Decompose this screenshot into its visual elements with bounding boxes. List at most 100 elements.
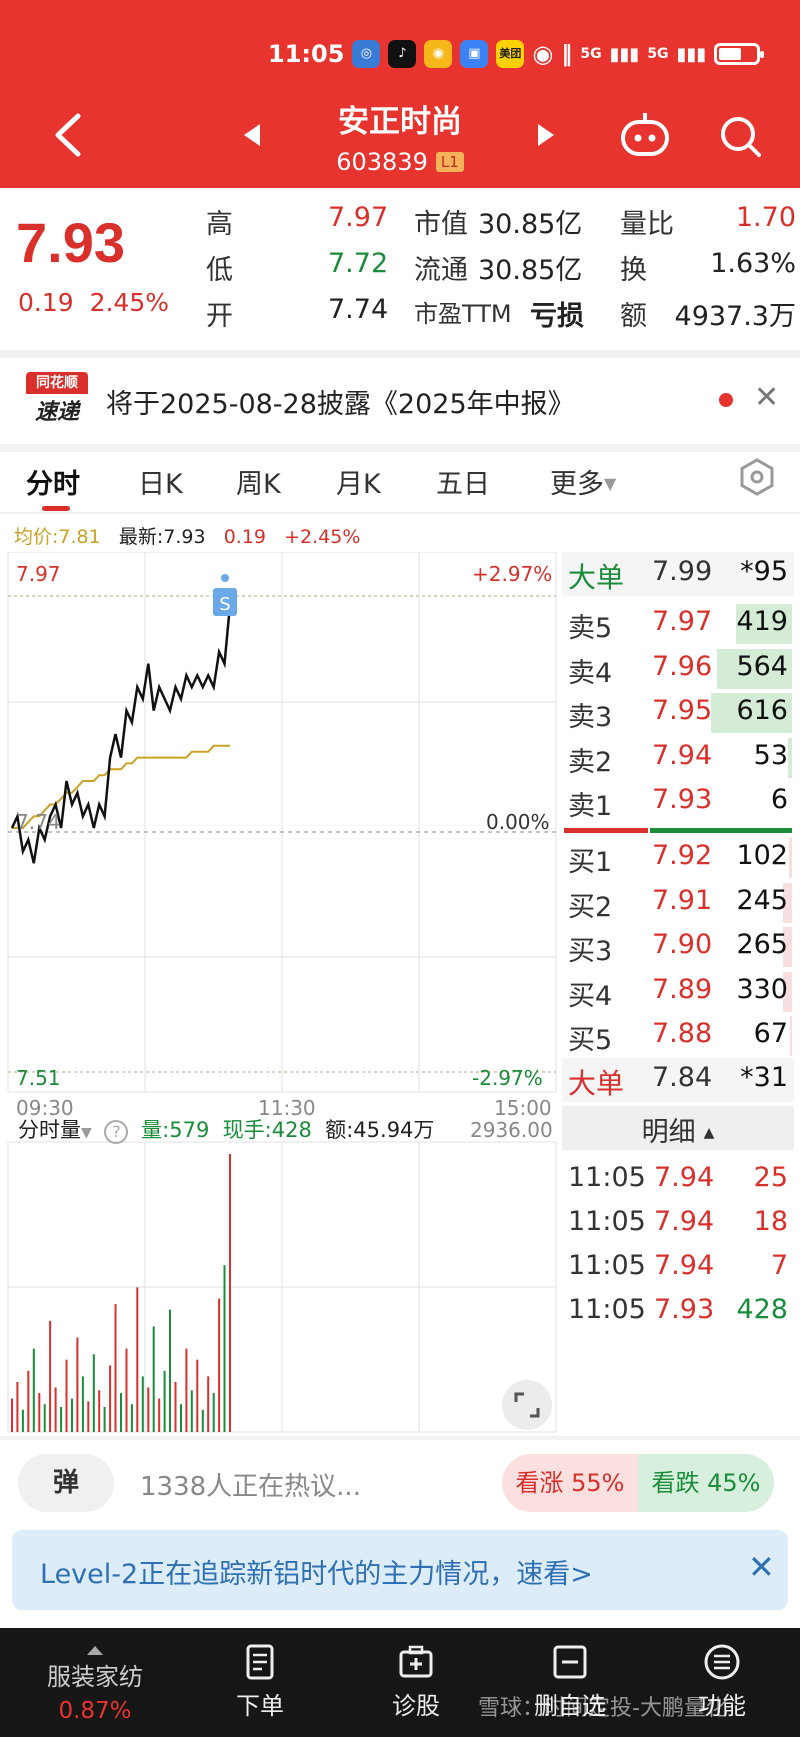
volume-info-row: 分时量▼ ? 量:579 现手:428 额:45.94万 — [18, 1114, 434, 1144]
danmu-button[interactable]: 弹 — [18, 1454, 114, 1512]
fullscreen-icon[interactable] — [502, 1380, 552, 1430]
volume-bar — [11, 1398, 13, 1432]
current-price: 7.93 — [16, 211, 125, 274]
volume-bar — [229, 1154, 231, 1432]
volume-bar — [49, 1320, 52, 1432]
weibo-icon: ◉ — [424, 40, 453, 68]
search-icon[interactable] — [716, 112, 764, 160]
detail-label: 明细 — [641, 1117, 696, 1148]
nav-order-button[interactable]: 下单 — [190, 1628, 330, 1737]
close-icon[interactable]: ✕ — [748, 1548, 775, 1586]
tick-price: 7.94 — [654, 1250, 715, 1281]
close-icon[interactable]: ✕ — [754, 380, 779, 415]
app-notification-icon: ◎ — [352, 40, 381, 68]
active-tab-indicator — [42, 506, 70, 511]
expand-up-icon — [87, 1646, 103, 1655]
volume-bar — [207, 1376, 210, 1432]
big-buy-vol: *31 — [740, 1062, 788, 1093]
bid-vol: 67 — [753, 1018, 788, 1049]
notice-text: 将于2025-08-28披露《2025年中报》 — [106, 389, 575, 420]
volume-bars — [11, 1154, 231, 1432]
nav-order-label: 下单 — [236, 1692, 284, 1720]
tick-row: 11:05 7.93 428 — [562, 1290, 794, 1334]
remove-square-icon — [553, 1645, 587, 1679]
nav-diagnose-button[interactable]: 诊股 — [346, 1628, 486, 1737]
volume-bar — [32, 1348, 35, 1432]
tick-time: 11:05 — [568, 1294, 646, 1325]
ask-price: 7.93 — [652, 784, 713, 815]
bid-price: 7.88 — [652, 1018, 713, 1049]
tick-time: 11:05 — [568, 1250, 646, 1281]
mktcap-value: 30.85亿 — [478, 209, 583, 240]
ask-vol: 564 — [736, 650, 788, 682]
vol-ratio-value: 1.70 — [735, 202, 796, 233]
axis-time-end: 15:00 — [494, 1096, 552, 1120]
settings-hexagon-icon[interactable] — [738, 458, 776, 496]
bid-row: 买4 7.89 330 — [562, 970, 794, 1014]
low-label: 低 — [206, 255, 233, 286]
volume-bar — [103, 1407, 106, 1432]
tick-vol: 428 — [736, 1294, 788, 1325]
low-value: 7.72 — [328, 248, 389, 279]
tab-monthly-k[interactable]: 月K — [336, 462, 381, 501]
big-sell-vol: *95 — [740, 556, 788, 587]
ask-price: 7.94 — [652, 739, 713, 771]
notice-banner[interactable]: 同花顺 速递 将于2025-08-28披露《2025年中报》 ✕ — [0, 358, 800, 444]
help-icon[interactable]: ? — [104, 1120, 129, 1144]
bid-ask-ratio-green — [650, 828, 792, 833]
discussion-text[interactable]: 1338人正在热议... — [140, 1466, 361, 1503]
industry-name: 服装家纺 — [47, 1663, 143, 1691]
volume-bar — [190, 1390, 193, 1432]
ask-label: 卖4 — [568, 657, 613, 689]
tab-five-day[interactable]: 五日 — [436, 462, 490, 501]
tick-price: 7.94 — [654, 1162, 715, 1193]
signal-marker[interactable]: S — [213, 574, 237, 616]
stock-code-row: 603839 L1 — [0, 148, 800, 176]
bid-price: 7.91 — [652, 884, 713, 916]
tick-time: 11:05 — [568, 1162, 646, 1193]
tick-row: 11:05 7.94 7 — [562, 1246, 794, 1290]
tab-weekly-k[interactable]: 周K — [236, 462, 281, 501]
bid-label: 买2 — [568, 891, 613, 923]
tab-intraday[interactable]: 分时 — [26, 462, 80, 501]
bid-ask-ratio-red — [564, 828, 648, 833]
robot-assistant-icon[interactable] — [618, 110, 672, 160]
bid-price: 7.92 — [652, 840, 713, 871]
chart-change: 0.19 — [223, 526, 266, 548]
industry-sector-button[interactable]: 服装家纺 0.87% — [20, 1646, 170, 1724]
ask-label: 卖5 — [568, 613, 613, 644]
eye-icon: ◉ — [532, 40, 554, 68]
volume-bar — [169, 1309, 171, 1432]
bid-vol: 102 — [736, 840, 788, 871]
volume-bar — [152, 1326, 155, 1432]
status-time: 11:05 — [268, 40, 345, 68]
bid-price: 7.89 — [652, 973, 713, 1005]
level-badge: L1 — [435, 152, 464, 172]
volume-mode-select[interactable]: 分时量▼ — [18, 1118, 92, 1142]
bullish-button[interactable]: 看涨 55% — [502, 1454, 638, 1512]
volume-amount: 额:45.94万 — [325, 1118, 435, 1142]
bearish-button[interactable]: 看跌 45% — [638, 1454, 774, 1512]
detail-header[interactable]: 明细 ▲ — [562, 1106, 794, 1150]
next-stock-icon[interactable] — [538, 124, 554, 146]
tab-daily-k[interactable]: 日K — [138, 462, 183, 501]
vol-ratio-label: 量比 — [620, 209, 674, 240]
volume-bar — [125, 1348, 128, 1432]
bid-row: 买3 7.90 265 — [562, 925, 794, 969]
chart-grid — [7, 552, 557, 1093]
honor-app-icon: ▣ — [460, 40, 489, 68]
level2-promo[interactable]: Level-2正在追踪新铝时代的主力情况，速看> ✕ — [12, 1530, 788, 1610]
volume-bar — [136, 1287, 139, 1432]
ask-label: 卖2 — [568, 746, 613, 778]
big-buy-label: 大单 — [568, 1067, 625, 1100]
promo-text: Level-2正在追踪新铝时代的主力情况，速看> — [40, 1559, 593, 1590]
page-title: 安正时尚 — [338, 104, 462, 140]
chart-tabs: 分时 日K 周K 月K 五日 更多▼ — [0, 452, 800, 512]
ask-label: 卖1 — [568, 791, 613, 822]
current-hand-value: 现手:428 — [222, 1118, 312, 1142]
quote-panel: 7.93 0.19 2.45% 高 7.97 低 7.72 开 7.74 市值 … — [0, 188, 800, 350]
tab-more[interactable]: 更多▼ — [550, 462, 616, 501]
bid-label: 买4 — [568, 980, 613, 1012]
ask-row: 卖5 7.97 419 — [562, 602, 794, 646]
discussion-bar: 弹 1338人正在热议... 看涨 55% 看跌 45% — [0, 1440, 800, 1530]
